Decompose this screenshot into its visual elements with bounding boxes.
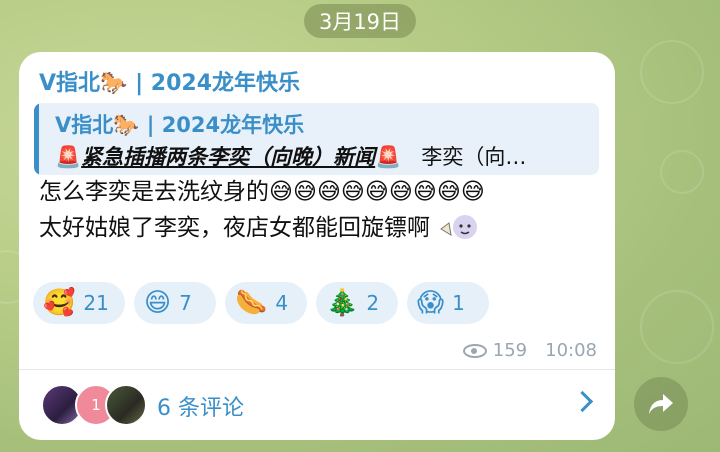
- reaction-count: 7: [179, 291, 192, 315]
- reaction-count: 21: [83, 291, 109, 315]
- message-bubble[interactable]: V指北🐎 | 2024龙年快乐 V指北🐎 | 2024龙年快乐 🚨紧急插播两条李…: [19, 52, 615, 440]
- avatar: [105, 384, 147, 426]
- date-separator: 3月19日: [304, 4, 416, 38]
- message-meta: 159 10:08: [462, 340, 597, 361]
- reaction-smiling-hearts[interactable]: 🥰 21: [33, 282, 125, 324]
- background-doodle: [660, 150, 704, 194]
- reply-title: V指北🐎 | 2024龙年快乐: [55, 113, 305, 137]
- reaction-tree[interactable]: 🎄 2: [316, 282, 398, 324]
- grin-icon: 😄: [144, 288, 172, 318]
- view-count: 159: [492, 340, 528, 361]
- reply-preview[interactable]: V指北🐎 | 2024龙年快乐 🚨紧急插播两条李奕（向晚）新闻🚨 李奕（向…: [34, 103, 599, 175]
- reaction-grin[interactable]: 😄 7: [134, 282, 216, 324]
- hotdog-icon: 🌭: [235, 288, 268, 318]
- christmas-tree-icon: 🎄: [326, 288, 359, 318]
- reply-body: 🚨紧急插播两条李奕（向晚）新闻🚨 李奕（向…: [55, 141, 595, 171]
- comments-button[interactable]: 1 6 条评论: [19, 370, 615, 440]
- eye-icon: [462, 343, 487, 358]
- reaction-scream[interactable]: 😱 1: [407, 282, 489, 324]
- reactions-bar: 🥰 21 😄 7 🌭 4 🎄 2 😱 1: [33, 282, 489, 324]
- comments-label: 6 条评论: [157, 396, 244, 421]
- share-button[interactable]: [634, 377, 688, 431]
- boy-sticker-icon: [440, 215, 478, 239]
- chevron-right-icon: [571, 390, 594, 413]
- reply-accent-bar: [34, 103, 39, 175]
- reaction-count: 2: [366, 291, 380, 315]
- smiling-hearts-icon: 🥰: [43, 288, 76, 318]
- reaction-count: 4: [275, 291, 289, 315]
- reply-snippet: 李奕（向…: [421, 145, 527, 169]
- siren-icon: 🚨: [375, 145, 402, 169]
- background-doodle: [640, 290, 714, 364]
- message-text: 怎么李奕是去洗纹身的😅😅😅😅😅😅😅😅😅 太好姑娘了李奕，夜店女都能回旋镖啊: [39, 176, 604, 245]
- message-line: 怎么李奕是去洗纹身的😅😅😅😅😅😅😅😅😅: [39, 179, 485, 205]
- message-time: 10:08: [545, 340, 597, 361]
- reply-headline: 紧急插播两条李奕（向晚）新闻: [81, 145, 376, 169]
- sender-name[interactable]: V指北🐎 | 2024龙年快乐: [39, 65, 300, 97]
- reaction-hotdog[interactable]: 🌭 4: [225, 282, 307, 324]
- background-doodle: [640, 40, 704, 104]
- message-line: 太好姑娘了李奕，夜店女都能回旋镖啊: [39, 209, 604, 245]
- share-arrow-icon: [649, 394, 673, 414]
- siren-icon: 🚨: [55, 145, 82, 169]
- scream-icon: 😱: [417, 288, 445, 318]
- reaction-count: 1: [452, 291, 465, 315]
